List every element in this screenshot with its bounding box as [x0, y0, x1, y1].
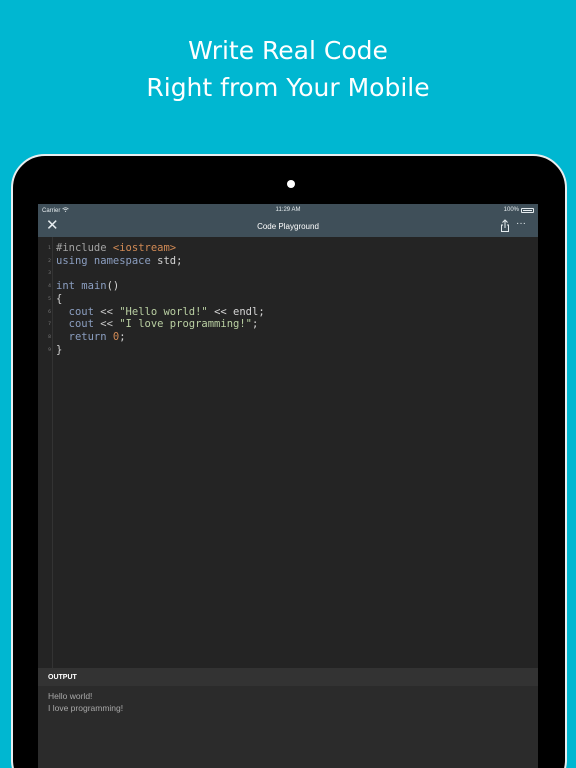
code-token: ; — [252, 318, 259, 331]
nav-bar: ✕ Code Playground ··· — [38, 216, 538, 237]
code-token: << endl; — [207, 305, 265, 318]
battery-icon — [521, 207, 534, 213]
line-number: 1 — [48, 246, 51, 251]
code-token: return — [56, 330, 113, 343]
headline: Write Real Code Right from Your Mobile — [0, 32, 576, 106]
code-token: "Hello world!" — [119, 305, 208, 318]
code-line[interactable]: 2 using namespace std; — [38, 255, 538, 268]
code-token: <iostream> — [112, 242, 177, 254]
line-number: 6 — [48, 309, 51, 315]
headline-line-2: Right from Your Mobile — [146, 73, 430, 102]
status-bar: Carrier 11:29 AM 100% — [38, 204, 538, 216]
code-line[interactable]: 5{ — [38, 293, 538, 306]
code-editor[interactable]: 1 #include <iostream> 2 using namespace std… — [38, 237, 538, 668]
code-text: #include <iostream> — [56, 242, 176, 255]
code-token: main — [81, 280, 107, 293]
code-token: ; — [119, 330, 126, 343]
code-text: } — [56, 344, 62, 357]
more-icon[interactable]: ··· — [516, 219, 526, 229]
share-icon[interactable] — [500, 219, 510, 233]
code-text: using namespace std; — [56, 255, 182, 268]
camera-dot — [287, 180, 295, 188]
code-text: cout << "I love programming!"; — [56, 318, 259, 331]
code-token: cout — [56, 318, 101, 331]
code-line[interactable]: 6 cout << "Hello world!" << endl; — [38, 306, 538, 319]
line-number: 8 — [48, 334, 51, 340]
output-header: OUTPUT — [38, 668, 538, 686]
code-token: cout — [56, 305, 101, 318]
code-token: "I love programming!" — [119, 318, 252, 331]
app-screen: Carrier 11:29 AM 100% ✕ Code Playground … — [38, 204, 538, 768]
nav-title: Code Playground — [257, 222, 319, 231]
code-line[interactable]: 1 #include <iostream> — [38, 242, 538, 255]
code-token: () — [106, 280, 120, 293]
code-line[interactable]: 9} — [38, 344, 538, 357]
output-line: Hello world! — [48, 691, 93, 701]
line-number: 3 — [48, 271, 51, 277]
code-token: { — [56, 292, 63, 305]
code-token: std; — [157, 254, 183, 267]
line-number: 7 — [48, 322, 51, 328]
line-number: 4 — [48, 284, 51, 290]
code-line[interactable]: 3 — [38, 267, 538, 280]
code-token: int — [56, 280, 82, 293]
code-token: } — [56, 343, 63, 356]
code-line[interactable]: 4 int main() — [38, 280, 538, 293]
code-text: { — [56, 293, 62, 306]
output-panel: Hello world! I love programming! — [38, 686, 538, 768]
code-text: cout << "Hello world!" << endl; — [56, 306, 265, 319]
code-token: #include — [56, 242, 113, 254]
output-line: I love programming! — [48, 703, 124, 713]
code-token: << — [100, 318, 120, 331]
code-token: using namespace — [56, 254, 158, 267]
battery-percent: 100% — [503, 207, 519, 213]
line-number: 5 — [48, 296, 51, 302]
status-right: 100% — [504, 207, 534, 213]
code-text: int main() — [56, 280, 119, 293]
code-text: return 0; — [56, 331, 126, 344]
code-line[interactable]: 7 cout << "I love programming!"; — [38, 318, 538, 331]
status-time: 11:29 AM — [275, 207, 301, 213]
code-line[interactable]: 8 return 0; — [38, 331, 538, 344]
line-number: 9 — [48, 347, 51, 353]
headline-line-1: Write Real Code — [188, 36, 388, 65]
code-token: << — [100, 305, 120, 318]
line-number: 2 — [48, 258, 51, 264]
